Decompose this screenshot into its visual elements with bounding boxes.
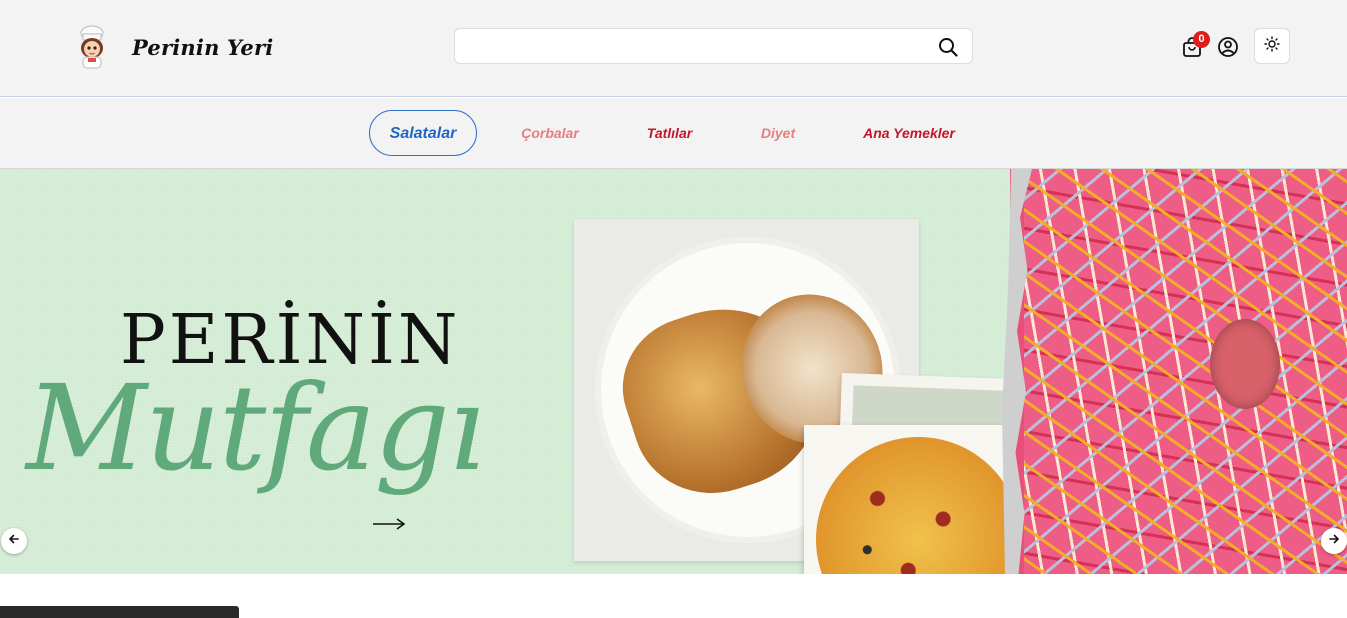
chevron-left-icon bbox=[8, 532, 20, 550]
pizza-polaroid bbox=[804, 425, 1033, 574]
pizza-image bbox=[816, 437, 1021, 574]
search-bar bbox=[454, 28, 973, 64]
donut-image bbox=[1002, 169, 1347, 574]
nav-item-corbalar[interactable]: Çorbalar bbox=[508, 110, 592, 156]
nav-item-diyet[interactable]: Diyet bbox=[748, 110, 808, 156]
category-nav: Salatalar Çorbalar Tatlılar Diyet Ana Ye… bbox=[0, 98, 1347, 169]
brand-name: Perinin Yeri bbox=[132, 34, 274, 60]
logo-link[interactable]: Perinin Yeri bbox=[74, 24, 273, 70]
hero-carousel[interactable]: PERİNİN Mutfagı bbox=[0, 169, 1347, 574]
chevron-right-icon bbox=[1328, 532, 1340, 550]
nav-item-tatlilar[interactable]: Tatlılar bbox=[632, 110, 707, 156]
site-header: Perinin Yeri 0 bbox=[0, 0, 1347, 97]
nav-item-ana-yemekler[interactable]: Ana Yemekler bbox=[848, 110, 970, 156]
search-icon[interactable] bbox=[938, 37, 958, 57]
arrow-right-icon[interactable] bbox=[372, 517, 406, 531]
carousel-prev-button[interactable] bbox=[1, 528, 27, 554]
nav-item-salatalar[interactable]: Salatalar bbox=[369, 110, 477, 156]
sun-icon bbox=[1264, 35, 1280, 57]
theme-toggle-button[interactable] bbox=[1254, 28, 1290, 64]
carousel-next-button[interactable] bbox=[1321, 528, 1347, 554]
hero-script-title: Mutfagı bbox=[26, 359, 486, 497]
cart-count-badge: 0 bbox=[1193, 31, 1210, 48]
chef-girl-avatar-icon bbox=[74, 25, 110, 69]
user-circle-icon[interactable] bbox=[1217, 36, 1239, 58]
status-tooltip bbox=[0, 606, 239, 618]
search-input[interactable] bbox=[455, 29, 925, 63]
